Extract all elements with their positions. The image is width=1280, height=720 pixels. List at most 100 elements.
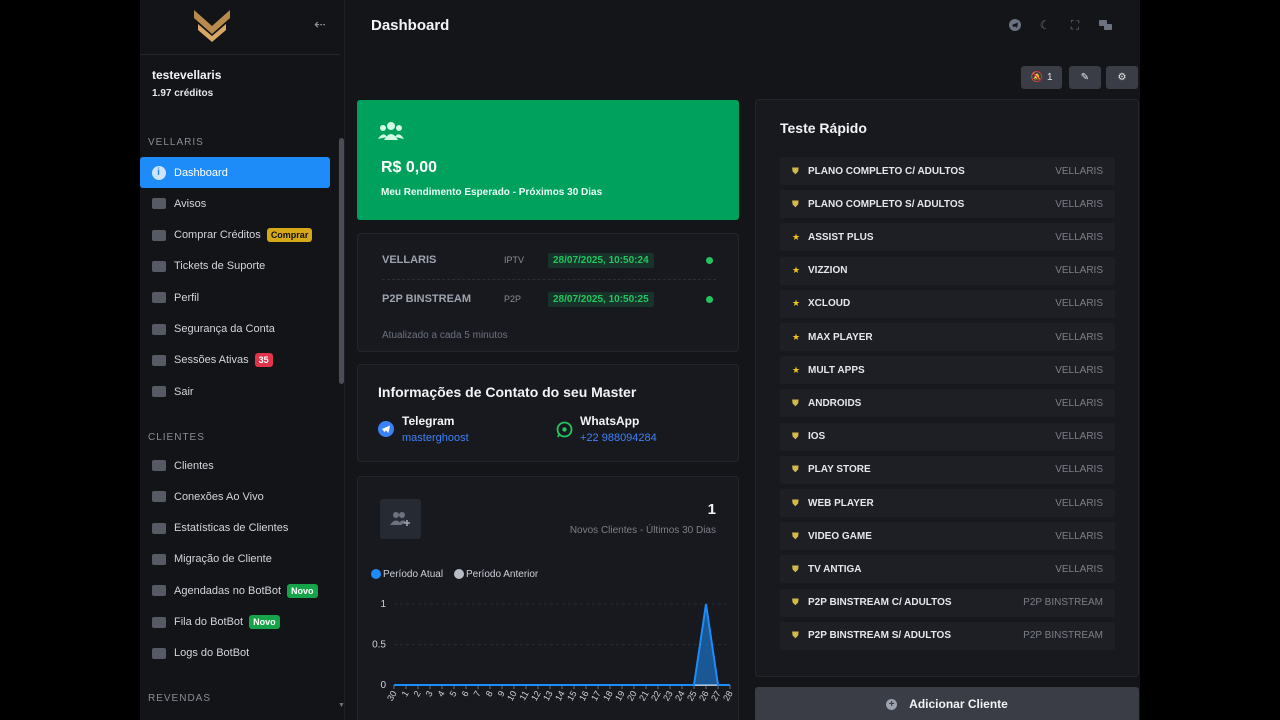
sidebar-item-tickets-de-suporte[interactable]: Tickets de Suporte — [140, 251, 330, 282]
logo-icon — [194, 10, 230, 42]
quick-test-name: PLANO COMPLETO S/ ADULTOS — [808, 198, 965, 210]
quick-test-item[interactable]: ⛊ PLANO COMPLETO S/ ADULTOS VELLARIS — [780, 190, 1115, 219]
queue-icon — [151, 616, 166, 628]
sidebar-item-sair[interactable]: Sair — [140, 376, 330, 407]
users-icon — [151, 460, 166, 472]
sidebar-item-agendadas-no-botbot[interactable]: Agendadas no BotBot Novo — [140, 575, 330, 606]
whatsapp-link[interactable]: +22 988094284 — [580, 432, 657, 444]
dark-mode-icon[interactable]: ☾ — [1038, 18, 1052, 32]
x-tick-label: 13 — [541, 689, 555, 703]
quick-test-item[interactable]: ★ ASSIST PLUS VELLARIS — [780, 223, 1115, 252]
sidebar-item-dashboard[interactable]: i Dashboard — [140, 157, 330, 188]
quick-test-item[interactable]: ⛊ P2P BINSTREAM S/ ADULTOS P2P BINSTREAM — [780, 621, 1115, 650]
add-client-button[interactable]: + Adicionar Cliente — [755, 687, 1139, 720]
status-online-icon — [706, 256, 713, 264]
quick-test-name: ASSIST PLUS — [808, 231, 874, 243]
language-icon[interactable] — [1098, 18, 1112, 32]
x-tick-label: 18 — [601, 689, 615, 703]
sidebar-item-fila-do-botbot[interactable]: Fila do BotBot Novo — [140, 607, 330, 638]
calendar-icon — [151, 585, 166, 597]
y-tick-label: 0.5 — [372, 640, 386, 651]
star-icon: ★ — [792, 331, 801, 342]
sidebar-item-badge: 35 — [254, 353, 273, 368]
quick-test-item[interactable]: ⛊ IOS VELLARIS — [780, 422, 1115, 451]
telegram-link[interactable]: masterghoost — [402, 432, 469, 444]
add-users-icon — [389, 512, 410, 526]
quick-test-server: VELLARIS — [1055, 563, 1103, 575]
x-tick-label: 12 — [529, 689, 543, 703]
collapse-sidebar-icon[interactable]: ⇠ — [314, 16, 326, 33]
chat-icon — [151, 260, 166, 272]
lock-icon — [151, 323, 166, 335]
section-clientes: CLIENTES — [148, 432, 205, 443]
quick-test-name: PLANO COMPLETO C/ ADULTOS — [808, 165, 965, 177]
shield-icon: ⛊ — [792, 630, 799, 641]
contact-card: Informações de Contato do seu Master Tel… — [357, 364, 739, 462]
users-icon — [378, 122, 404, 140]
quick-test-item[interactable]: ⛊ P2P BINSTREAM C/ ADULTOS P2P BINSTREAM — [780, 588, 1115, 617]
quick-test-name: MULT APPS — [808, 364, 865, 376]
star-icon: ★ — [792, 298, 801, 309]
sidebar-item-label: Conexões Ao Vivo — [174, 490, 264, 503]
quick-test-item[interactable]: ★ XCLOUD VELLARIS — [780, 289, 1115, 318]
quick-test-server: VELLARIS — [1055, 431, 1103, 443]
sidebar-item-sess-es-ativas[interactable]: Sessões Ativas 35 — [140, 345, 330, 376]
quick-test-server: VELLARIS — [1055, 397, 1103, 409]
whatsapp-contact[interactable]: WhatsApp +22 988094284 — [556, 414, 657, 444]
sidebar-item-badge: Novo — [287, 583, 318, 598]
app-window: ⇠ testevellaris 1.97 créditos VELLARIS i… — [140, 0, 1140, 720]
sidebar: ⇠ testevellaris 1.97 créditos VELLARIS i… — [140, 0, 345, 720]
quick-test-item[interactable]: ⛊ PLANO COMPLETO C/ ADULTOS VELLARIS — [780, 157, 1115, 185]
quick-test-server: VELLARIS — [1055, 364, 1103, 376]
sidebar-item-seguran-a-da-conta[interactable]: Segurança da Conta — [140, 314, 330, 345]
quick-test-item[interactable]: ⛊ PLAY STORE VELLARIS — [780, 455, 1115, 484]
quick-test-item[interactable]: ★ MAX PLAYER VELLARIS — [780, 323, 1115, 351]
server-status-card: VELLARIS IPTV 28/07/2025, 10:50:24 P2P B… — [357, 233, 739, 352]
telegram-contact[interactable]: Telegram masterghoost — [378, 414, 469, 444]
shield-icon — [151, 354, 166, 366]
telegram-icon — [378, 421, 394, 437]
sidebar-item-avisos[interactable]: Avisos — [140, 188, 330, 219]
fullscreen-icon[interactable]: ⛶ — [1068, 18, 1082, 32]
server-last-check: 28/07/2025, 10:50:24 — [548, 252, 654, 268]
migrate-icon — [151, 553, 166, 565]
quick-test-name: XCLOUD — [808, 298, 851, 310]
stats-icon — [151, 522, 166, 534]
user-icon — [151, 292, 166, 304]
quick-test-item[interactable]: ★ VIZZION VELLARIS — [780, 256, 1115, 285]
quick-test-item[interactable]: ★ MULT APPS VELLARIS — [780, 356, 1115, 385]
notifications-button[interactable]: 🔕 1 — [1021, 66, 1062, 89]
sidebar-item-conex-es-ao-vivo[interactable]: Conexões Ao Vivo — [140, 481, 330, 512]
sidebar-scrollbar[interactable] — [339, 138, 344, 384]
quick-test-server: VELLARIS — [1055, 464, 1103, 476]
scroll-down-icon[interactable]: ▼ — [338, 702, 345, 709]
sidebar-item-comprar-cr-ditos[interactable]: Comprar Créditos Comprar — [140, 220, 330, 251]
monitor-icon — [151, 491, 166, 503]
settings-button[interactable]: ⚙ — [1106, 66, 1138, 89]
quick-test-item[interactable]: ⛊ TV ANTIGA VELLARIS — [780, 555, 1115, 584]
quick-test-server: P2P BINSTREAM — [1023, 597, 1103, 609]
sidebar-item-label: Comprar Créditos — [174, 229, 261, 242]
x-tick-label: 2 — [412, 689, 423, 698]
sidebar-item-clientes[interactable]: Clientes — [140, 450, 330, 481]
sidebar-item-perfil[interactable]: Perfil — [140, 282, 330, 313]
top-icons: ☾ ⛶ — [1008, 18, 1112, 32]
x-tick-label: 21 — [637, 689, 651, 703]
quick-test-name: P2P BINSTREAM S/ ADULTOS — [808, 630, 951, 642]
sidebar-item-logs-do-botbot[interactable]: Logs do BotBot — [140, 638, 330, 669]
edit-button[interactable]: ✎ — [1069, 66, 1101, 89]
legend-label: Período Anterior — [466, 569, 539, 580]
quick-test-item[interactable]: ⛊ ANDROIDS VELLARIS — [780, 389, 1115, 418]
server-last-check: 28/07/2025, 10:50:25 — [548, 291, 654, 307]
sidebar-item-migra-o-de-cliente[interactable]: Migração de Cliente — [140, 544, 330, 575]
username: testevellaris — [152, 68, 222, 82]
sidebar-item-estat-sticas-de-clientes[interactable]: Estatísticas de Clientes — [140, 513, 330, 544]
quick-test-item[interactable]: ⛊ VIDEO GAME VELLARIS — [780, 522, 1115, 551]
edit-icon: ✎ — [1080, 72, 1090, 83]
star-icon: ★ — [792, 265, 801, 276]
telegram-icon[interactable] — [1008, 18, 1022, 32]
legend-marker — [454, 569, 464, 579]
new-clients-chart: Período Atual Período Anterior00.5130 1 2 3 4… — [371, 569, 735, 703]
quick-test-item[interactable]: ⛊ WEB PLAYER VELLARIS — [780, 489, 1115, 517]
shield-icon: ⛊ — [792, 597, 799, 608]
